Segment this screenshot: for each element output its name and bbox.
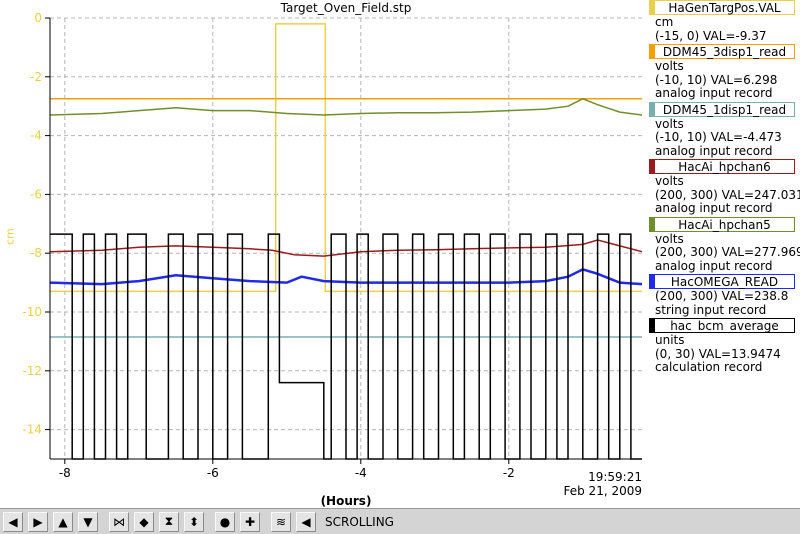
y-tick-label: 0 xyxy=(34,11,42,25)
zoom-in-y-icon: ⧗ xyxy=(164,514,174,528)
scroll-up-icon: ▲ xyxy=(58,514,68,529)
y-tick-label: -2 xyxy=(30,70,42,84)
y-tick-label: -10 xyxy=(22,305,42,319)
legend-detail: volts xyxy=(655,231,684,246)
legend-detail: cm xyxy=(655,15,674,29)
scroll-up-button[interactable]: ▲ xyxy=(53,511,73,532)
legend-swatch-label[interactable]: HacAi_hpchan6 xyxy=(649,159,795,174)
timestamp-date: Feb 21, 2009 xyxy=(563,484,643,498)
legend-swatch-label[interactable]: hac_bcm_average xyxy=(649,318,795,333)
legend-entry[interactable]: hac_bcm_average units (0, 30) VAL=13.9474 c… xyxy=(645,318,800,375)
x-tick-label: -4 xyxy=(355,466,367,480)
legend-swatch-label[interactable]: DDM45_3disp1_read xyxy=(649,44,795,59)
series-line-hac-bcm-average xyxy=(50,233,642,460)
zoom-in-y-button[interactable]: ⧗ xyxy=(159,511,179,532)
scroll-right-button[interactable]: ▶ xyxy=(28,511,48,532)
style-button[interactable]: ≋ xyxy=(271,511,291,532)
legend-entry[interactable]: DDM45_3disp1_read volts (-10, 10) VAL=6.29… xyxy=(645,44,800,101)
x-tick-label: -2 xyxy=(503,466,515,480)
timestamp-time: 19:59:21 xyxy=(588,470,642,484)
legend-detail: volts xyxy=(655,59,684,73)
y-tick-label: -14 xyxy=(22,423,42,437)
y-axis-label: cm xyxy=(3,228,17,245)
legend-detail: volts xyxy=(655,174,684,188)
legend-swatch-label[interactable]: HaGenTargPos.VAL xyxy=(649,0,795,15)
zoom-out-y-icon: ⬍ xyxy=(188,514,200,529)
add-icon: ✚ xyxy=(244,514,256,529)
style-icon: ≋ xyxy=(275,514,287,529)
scroll-down-icon: ▼ xyxy=(83,514,93,529)
legend-detail: (-10, 10) VAL=6.298 xyxy=(655,72,778,87)
y-tick-label: -4 xyxy=(30,129,42,143)
x-tick-label: -6 xyxy=(207,466,219,480)
legend-entry[interactable]: HaGenTargPos.VAL cm (-15, 0) VAL=-9.37 xyxy=(645,0,800,43)
zoom-out-x-icon: ◆ xyxy=(139,514,149,529)
series-line-hacai-hpchan5 xyxy=(49,97,643,116)
legend-detail: analog input record xyxy=(655,201,773,215)
legend-detail: string input record xyxy=(655,302,767,317)
legend-detail: volts xyxy=(655,116,684,131)
legend-detail: analog input record xyxy=(655,143,773,158)
legend-detail: (0, 30) VAL=13.9474 xyxy=(655,346,781,361)
legend-detail: (200, 300) VAL=277.969 xyxy=(655,245,800,259)
legend-detail: analog input record xyxy=(655,258,773,273)
legend-entry[interactable]: DDM45_1disp1_read volts (-10, 10) VAL=-4.4… xyxy=(645,101,800,159)
scroll-mode-label: SCROLLING xyxy=(325,514,394,529)
zoom-in-x-icon: ⋈ xyxy=(113,514,125,529)
legend-entry[interactable]: HacAi_hpchan6 volts (200, 300) VAL=247.031… xyxy=(645,159,800,216)
legend: HaGenTargPos.VAL cm (-15, 0) VAL=-9.37 DDM4… xyxy=(645,0,800,376)
autoscale-button[interactable]: ● xyxy=(215,511,235,532)
y-tick-label: -12 xyxy=(22,364,42,378)
axes: 0 -2 -4 -6 -8 -10 -12 -14 -8 -6 -4 -2 xyxy=(22,11,642,480)
series-layer xyxy=(49,23,643,460)
scroll-to-end-button[interactable]: ◀ xyxy=(296,511,316,532)
timestamp: 19:59:21 Feb 21, 2009 xyxy=(540,470,643,498)
scroll-right-icon: ▶ xyxy=(33,514,43,529)
y-tick-label: -8 xyxy=(30,246,42,260)
zoom-in-x-button[interactable]: ⋈ xyxy=(109,511,129,532)
add-button[interactable]: ✚ xyxy=(240,511,260,532)
legend-swatch-label[interactable]: DDM45_1disp1_read xyxy=(649,101,795,117)
scroll-to-end-icon: ◀ xyxy=(301,514,311,529)
scroll-left-icon: ◀ xyxy=(8,514,18,529)
zoom-out-y-button[interactable]: ⬍ xyxy=(184,511,204,532)
legend-entry[interactable]: HacOMEGA_READ (200, 300) VAL=238.8 string … xyxy=(645,274,800,317)
legend-entry[interactable]: HacAi_hpchan5 volts (200, 300) VAL=277.969… xyxy=(645,216,800,274)
legend-detail: calculation record xyxy=(655,360,763,374)
legend-detail: units xyxy=(655,333,685,347)
zoom-out-x-button[interactable]: ◆ xyxy=(134,511,154,532)
toolbar: ◀ ▶ ▲ ▼ ⋈ ◆ ⧗ ⬍ ● ✚ ≋ ◀ SCROLLING xyxy=(0,508,800,534)
legend-detail: (200, 300) VAL=238.8 xyxy=(655,289,789,303)
legend-detail: (-15, 0) VAL=-9.37 xyxy=(655,28,767,43)
y-tick-label: -6 xyxy=(30,187,42,201)
legend-detail: (-10, 10) VAL=-4.473 xyxy=(655,130,782,144)
legend-swatch-label[interactable]: HacAi_hpchan5 xyxy=(649,216,795,232)
scroll-left-button[interactable]: ◀ xyxy=(3,511,23,532)
x-tick-label: -8 xyxy=(59,466,71,480)
legend-detail: (200, 300) VAL=247.031 xyxy=(655,187,800,202)
scroll-down-button[interactable]: ▼ xyxy=(78,511,98,532)
autoscale-icon: ● xyxy=(219,514,231,529)
legend-swatch-label[interactable]: HacOMEGA_READ xyxy=(649,274,795,289)
legend-detail: analog input record xyxy=(655,86,773,100)
